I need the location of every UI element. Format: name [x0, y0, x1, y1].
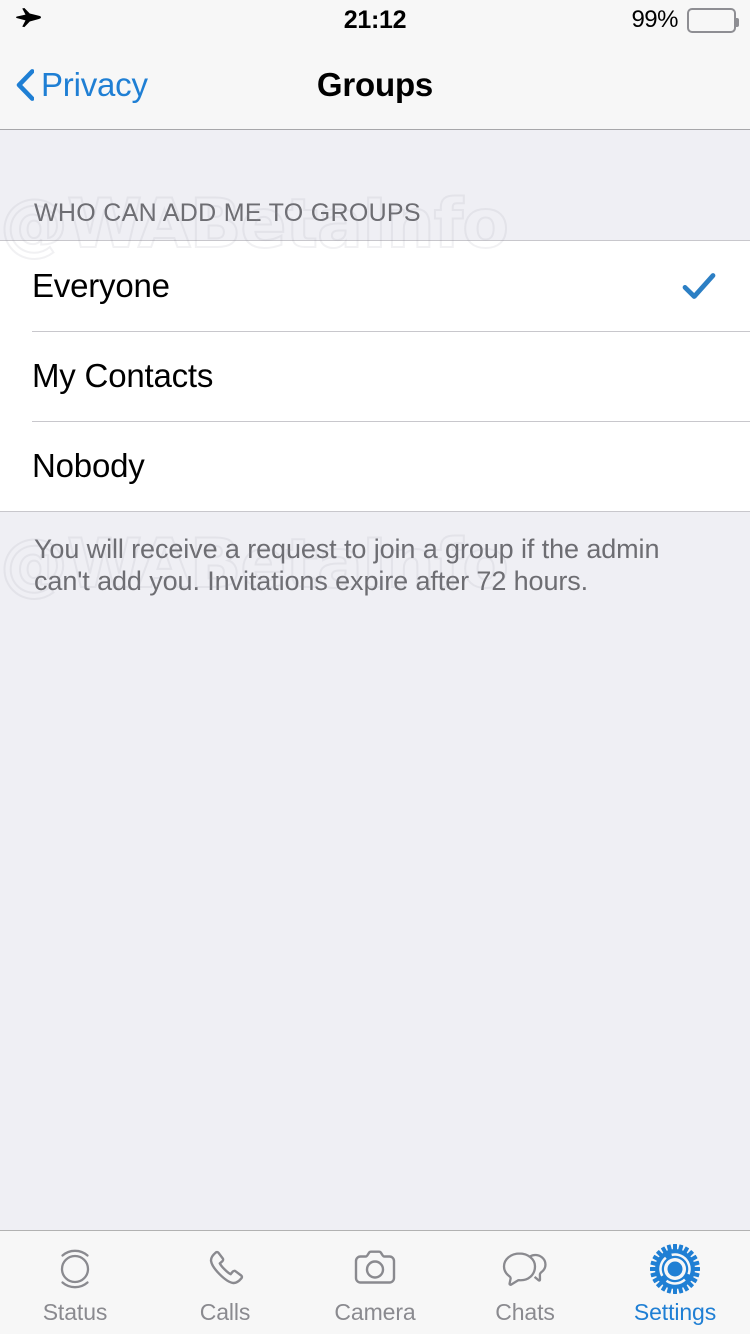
- status-rings-icon: [46, 1243, 104, 1295]
- options-table-group: Everyone My Contacts Nobody: [0, 240, 750, 512]
- status-bar-time: 21:12: [343, 5, 407, 34]
- phone-handset-icon: [196, 1243, 254, 1295]
- tab-status[interactable]: Status: [0, 1231, 150, 1334]
- camera-icon: [346, 1243, 404, 1295]
- battery-tip: [736, 17, 739, 27]
- chat-bubbles-icon: [496, 1243, 554, 1295]
- status-bar-right: 99%: [631, 0, 739, 40]
- settings-content: WHO CAN ADD ME TO GROUPS Everyone My Con…: [0, 131, 750, 1230]
- gear-icon-svg: [650, 1244, 700, 1294]
- section-footer-note: You will receive a request to join a gro…: [34, 534, 660, 596]
- checkmark-icon: [682, 273, 716, 299]
- gear-icon: [646, 1243, 704, 1295]
- tab-label: Settings: [633, 1299, 717, 1325]
- option-label: Everyone: [32, 267, 170, 304]
- tab-camera[interactable]: Camera: [300, 1231, 450, 1334]
- status-bar: 21:12 99%: [0, 0, 750, 40]
- option-label: My Contacts: [32, 357, 214, 394]
- tab-chats[interactable]: Chats: [450, 1231, 600, 1334]
- tab-label: Camera: [334, 1299, 416, 1325]
- option-row-nobody[interactable]: Nobody: [0, 421, 750, 511]
- tab-calls[interactable]: Calls: [150, 1231, 300, 1334]
- battery-full-icon: [687, 7, 739, 33]
- tab-settings[interactable]: Settings: [600, 1231, 750, 1334]
- tab-label: Chats: [495, 1299, 555, 1325]
- battery-percent-label: 99%: [631, 6, 678, 33]
- tab-label: Calls: [199, 1299, 251, 1325]
- tab-label: Status: [42, 1299, 108, 1325]
- section-header-who-can-add-me: WHO CAN ADD ME TO GROUPS: [34, 199, 421, 227]
- tab-bar: Status Calls Camera Chats Settings: [0, 1230, 750, 1334]
- option-row-everyone[interactable]: Everyone: [0, 241, 750, 331]
- option-row-my-contacts[interactable]: My Contacts: [0, 331, 750, 421]
- navigation-bar: Privacy Groups: [0, 40, 750, 130]
- page-title: Groups: [316, 66, 434, 103]
- phone-screen: 21:12 99% Privacy Groups WHO CAN ADD ME …: [0, 0, 750, 1334]
- option-label: Nobody: [32, 447, 145, 484]
